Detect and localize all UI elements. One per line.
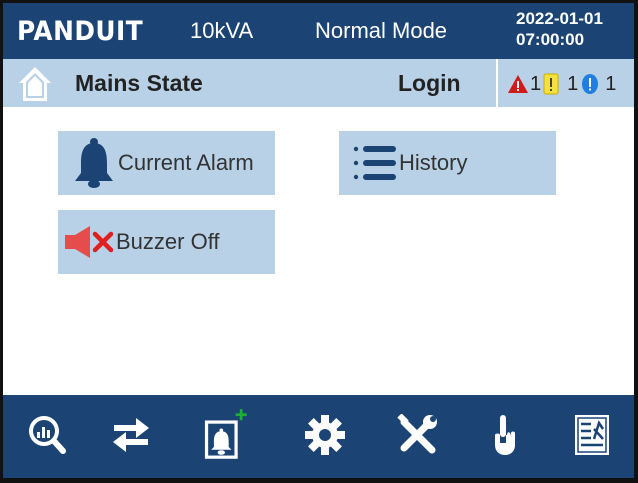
operating-mode: Normal Mode xyxy=(315,18,448,43)
monitor-icon[interactable] xyxy=(23,409,71,461)
divider xyxy=(496,59,498,107)
home-icon[interactable] xyxy=(17,65,53,103)
device-frame: PANDUIT 10kVA Normal Mode 2022-01-01 07:… xyxy=(0,0,638,483)
hmi-screen: PANDUIT 10kVA Normal Mode 2022-01-01 07:… xyxy=(3,3,634,478)
top-bar: PANDUIT 10kVA Normal Mode 2022-01-01 07:… xyxy=(3,3,634,59)
state-bar: Mains State Login 1 1 1 xyxy=(3,59,634,107)
datetime: 2022-01-01 07:00:00 xyxy=(516,8,603,50)
login-button[interactable]: Login xyxy=(398,70,461,97)
alarm-summary[interactable]: 1 1 1 xyxy=(507,71,618,97)
critical-alarm-icon xyxy=(508,75,528,93)
warning-count: 1 xyxy=(567,72,579,95)
current-alarm-button[interactable]: Current Alarm xyxy=(58,131,275,195)
time-text: 07:00:00 xyxy=(516,30,585,49)
list-icon xyxy=(351,135,399,191)
buzzer-off-label: Buzzer Off xyxy=(116,229,220,254)
maintenance-tools-icon[interactable] xyxy=(393,409,441,461)
history-label: History xyxy=(399,150,468,175)
transfer-icon[interactable] xyxy=(107,409,155,461)
info-count: 1 xyxy=(605,72,617,95)
touch-icon[interactable] xyxy=(480,409,528,461)
buzzer-off-button[interactable]: Buzzer Off xyxy=(58,210,275,274)
state-label: Mains State xyxy=(75,70,203,96)
speaker-mute-icon xyxy=(64,214,116,270)
alarm-setting-icon[interactable] xyxy=(201,409,249,461)
bottom-nav xyxy=(3,395,634,478)
date-text: 2022-01-01 xyxy=(516,9,603,28)
power-rating: 10kVA xyxy=(190,18,254,43)
log-document-icon[interactable] xyxy=(568,409,616,461)
bell-icon xyxy=(70,135,118,191)
info-icon xyxy=(582,74,599,94)
current-alarm-label: Current Alarm xyxy=(118,150,254,175)
settings-gear-icon[interactable] xyxy=(301,409,349,461)
warning-icon xyxy=(543,73,559,95)
critical-count: 1 xyxy=(530,72,542,95)
history-button[interactable]: History xyxy=(339,131,556,195)
brand-logo: PANDUIT xyxy=(17,16,144,47)
